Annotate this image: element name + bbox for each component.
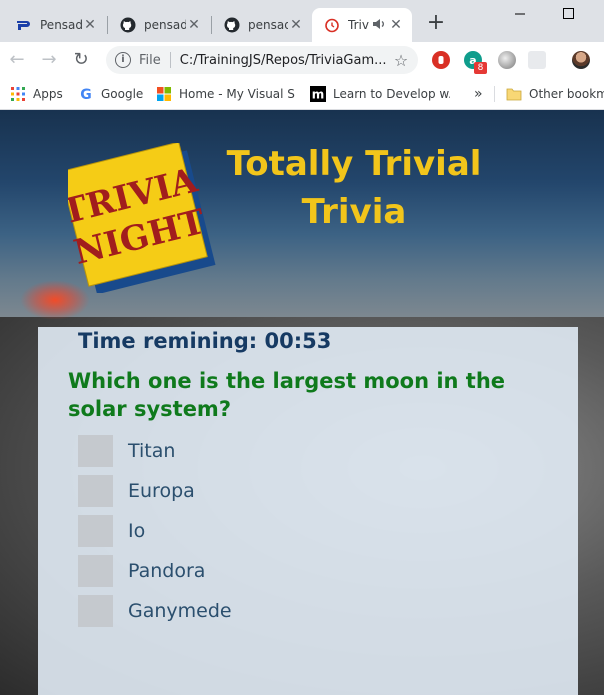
speaker-icon[interactable] [372, 17, 388, 34]
tab-pensado[interactable]: Pensad ✕ [4, 8, 106, 42]
extension-grid-icon[interactable] [528, 51, 546, 69]
tab-title: Triv [348, 18, 369, 32]
answer-checkbox[interactable] [78, 595, 113, 627]
forward-arrow-icon[interactable]: → [38, 49, 60, 71]
clock-icon [324, 17, 340, 33]
answer-option-europa[interactable]: Europa [78, 471, 478, 511]
address-url[interactable]: C:/TrainingJS/Repos/TriviaGam... [180, 53, 390, 68]
adblock-extension-icon[interactable] [432, 51, 450, 69]
question-text: Which one is the largest moon in the sol… [68, 369, 506, 421]
trivia-night-logo: TRIVIA NIGHT [68, 143, 216, 293]
bookmark-apps[interactable]: Apps [10, 84, 63, 104]
bookmark-other[interactable]: Other bookmarks [506, 84, 604, 104]
bookmark-label: Home - My Visual S... [179, 87, 296, 101]
answer-option-io[interactable]: Io [78, 511, 478, 551]
tab-strip: Pensad ✕ pensad ✕ pensad ✕ Triv ✕ + [0, 0, 604, 42]
address-scheme: File [139, 52, 161, 68]
tab-title: Pensad [40, 18, 82, 32]
answer-label: Pandora [128, 560, 206, 582]
trivia-page: TRIVIA NIGHT Totally Trivial Trivia Time… [0, 110, 604, 695]
browser-toolbar: ← → ↻ i File C:/TrainingJS/Repos/TriviaG… [0, 42, 604, 78]
tab-github-1[interactable]: pensad ✕ [108, 8, 210, 42]
close-tab-icon[interactable]: ✕ [186, 17, 202, 33]
tab-trivia-active[interactable]: Triv ✕ [312, 8, 412, 42]
overflow-chevron-icon: » [474, 86, 483, 102]
bookmark-learn-develop[interactable]: m Learn to Develop w... [310, 84, 450, 104]
bookmark-google[interactable]: G Google [78, 84, 143, 104]
answer-option-titan[interactable]: Titan [78, 431, 478, 471]
quiz-panel: Time remining: 00:53 Which one is the la… [38, 327, 578, 695]
info-icon[interactable]: i [115, 52, 131, 68]
answer-label: Io [128, 520, 146, 542]
github-icon [120, 17, 136, 33]
tab-title: pensad [144, 18, 186, 32]
answer-checkbox[interactable] [78, 555, 113, 587]
answer-checkbox[interactable] [78, 435, 113, 467]
extension-badge: 8 [474, 62, 487, 74]
google-icon: G [78, 86, 94, 103]
bookmark-label: Apps [33, 87, 63, 101]
back-arrow-icon[interactable]: ← [6, 49, 28, 71]
answer-label: Ganymede [128, 600, 232, 622]
answer-label: Titan [128, 440, 176, 462]
bookmark-visual-studio[interactable]: Home - My Visual S... [156, 84, 296, 104]
bookmarks-divider [494, 86, 495, 102]
bookmark-label: Learn to Develop w... [333, 87, 450, 101]
address-bar[interactable]: i File C:/TrainingJS/Repos/TriviaGam... … [106, 46, 418, 74]
reload-icon[interactable]: ↻ [70, 49, 92, 71]
close-tab-icon[interactable]: ✕ [288, 17, 304, 33]
maximize-icon[interactable] [556, 4, 580, 24]
apps-grid-icon [10, 86, 26, 102]
pensado-icon [16, 17, 32, 33]
page-title: Totally Trivial Trivia [226, 144, 482, 232]
m-logo-icon: m [310, 86, 326, 102]
bookmark-label: Other bookmarks [529, 87, 604, 101]
address-divider [169, 52, 171, 68]
profile-avatar[interactable] [572, 51, 590, 69]
countdown-timer: Time remining: 00:53 [78, 329, 332, 353]
svg-text:m: m [312, 88, 325, 102]
close-tab-icon[interactable]: ✕ [82, 17, 98, 33]
answer-checkbox[interactable] [78, 475, 113, 507]
answer-option-ganymede[interactable]: Ganymede [78, 591, 478, 631]
bookmarks-overflow-button[interactable]: » [474, 84, 483, 104]
answer-label: Europa [128, 480, 195, 502]
close-tab-icon[interactable]: ✕ [388, 17, 404, 33]
bookmarks-bar: Apps G Google Home - My Visual S... m Le… [0, 78, 604, 110]
github-icon [224, 17, 240, 33]
minimize-icon[interactable] [508, 4, 532, 24]
tab-title: pensad [248, 18, 288, 32]
extension-sphere-icon[interactable] [498, 51, 516, 69]
svg-text:G: G [80, 87, 92, 102]
bookmark-star-icon[interactable]: ☆ [390, 51, 412, 70]
answer-checkbox[interactable] [78, 515, 113, 547]
answer-list: Titan Europa Io Pandora Ganymede [78, 431, 478, 631]
bookmark-label: Google [101, 87, 144, 101]
new-tab-button[interactable]: + [424, 12, 448, 36]
answer-option-pandora[interactable]: Pandora [78, 551, 478, 591]
tab-github-2[interactable]: pensad ✕ [212, 8, 312, 42]
microsoft-icon [156, 86, 172, 102]
folder-icon [506, 86, 522, 102]
